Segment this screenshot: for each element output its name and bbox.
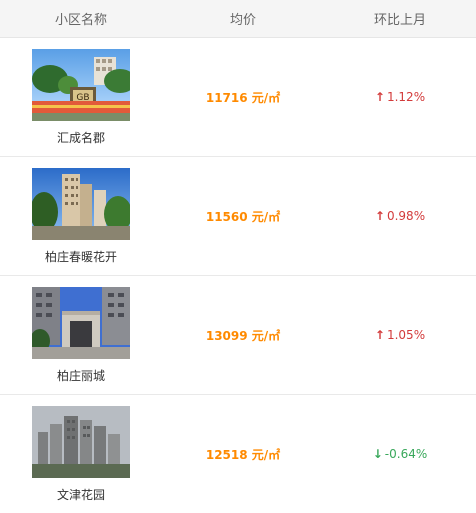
community-cell: GB 汇成名郡 bbox=[0, 48, 162, 146]
community-name[interactable]: 文津花园 bbox=[57, 486, 105, 503]
table-header: 小区名称 均价 环比上月 bbox=[0, 0, 476, 38]
community-photo[interactable]: GB bbox=[32, 48, 130, 121]
month-change: ↑ 0.98% bbox=[324, 209, 476, 223]
table-row[interactable]: 柏庄春暖花开 11560 元/㎡ ↑ 0.98% bbox=[0, 157, 476, 276]
table-row[interactable]: GB 汇成名郡 11716 元/㎡ ↑ 1.12% bbox=[0, 38, 476, 157]
community-photo[interactable] bbox=[32, 405, 130, 478]
average-price: 11560 元/㎡ bbox=[205, 209, 281, 224]
community-cell: 柏庄春暖花开 bbox=[0, 167, 162, 265]
down-arrow-icon: ↓ bbox=[372, 447, 383, 461]
up-arrow-icon: ↑ bbox=[374, 328, 385, 342]
header-change: 环比上月 bbox=[373, 13, 426, 28]
header-name: 小区名称 bbox=[54, 13, 107, 28]
change-value: 1.12% bbox=[386, 90, 426, 104]
change-value: -0.64% bbox=[384, 447, 428, 461]
month-change: ↓ -0.64% bbox=[324, 447, 476, 461]
header-price: 均价 bbox=[229, 13, 256, 28]
community-cell: 文津花园 bbox=[0, 405, 162, 503]
average-price: 13099 元/㎡ bbox=[205, 328, 281, 343]
up-arrow-icon: ↑ bbox=[374, 209, 385, 223]
month-change: ↑ 1.05% bbox=[324, 328, 476, 342]
average-price: 11716 元/㎡ bbox=[205, 90, 281, 105]
community-photo[interactable] bbox=[32, 167, 130, 240]
change-value: 1.05% bbox=[386, 328, 426, 342]
average-price: 12518 元/㎡ bbox=[205, 447, 281, 462]
community-name[interactable]: 汇成名郡 bbox=[57, 129, 105, 146]
change-value: 0.98% bbox=[386, 209, 426, 223]
month-change: ↑ 1.12% bbox=[324, 90, 476, 104]
table-row[interactable]: 柏庄丽城 13099 元/㎡ ↑ 1.05% bbox=[0, 276, 476, 395]
community-name[interactable]: 柏庄春暖花开 bbox=[45, 248, 117, 265]
community-name[interactable]: 柏庄丽城 bbox=[57, 367, 105, 384]
up-arrow-icon: ↑ bbox=[374, 90, 385, 104]
community-cell: 柏庄丽城 bbox=[0, 286, 162, 384]
table-row[interactable]: 文津花园 12518 元/㎡ ↓ -0.64% bbox=[0, 395, 476, 513]
community-photo[interactable] bbox=[32, 286, 130, 359]
price-table: 小区名称 均价 环比上月 GB 汇成名郡 11716 元/㎡ ↑ 1.12% 柏… bbox=[0, 0, 476, 513]
